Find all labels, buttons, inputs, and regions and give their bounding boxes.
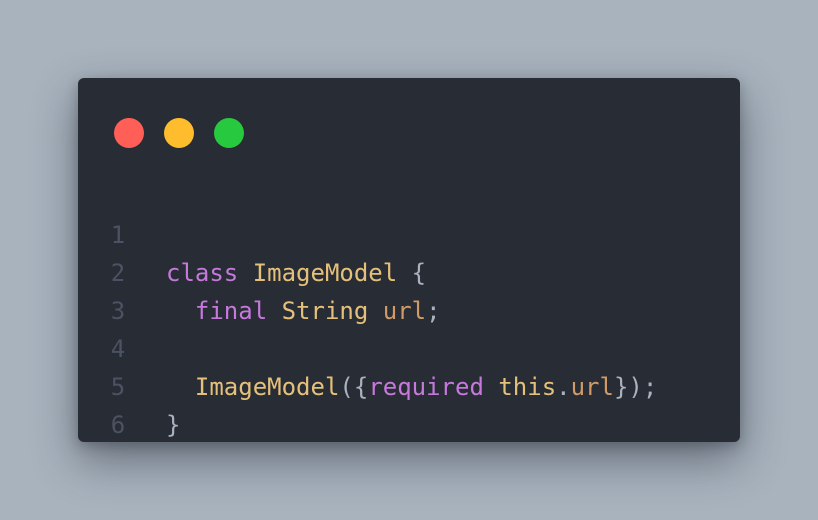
- maximize-button[interactable]: [214, 118, 244, 148]
- minimize-button[interactable]: [164, 118, 194, 148]
- code-window: 1 class ImageModel { 2 final String url;…: [78, 78, 740, 442]
- code-line: 6: [78, 368, 740, 439]
- code-line: 4 ImageModel({required this.url});: [78, 292, 740, 401]
- code-line: 3: [78, 254, 740, 325]
- close-button[interactable]: [114, 118, 144, 148]
- code-line: 2 final String url;: [78, 216, 740, 325]
- code-line: 5 }: [78, 330, 740, 439]
- line-number: 6: [110, 411, 126, 439]
- line-content: }: [166, 406, 180, 444]
- code-block: 1 class ImageModel { 2 final String url;…: [78, 178, 740, 439]
- code-token: }: [166, 411, 181, 439]
- code-line: 1 class ImageModel {: [78, 178, 740, 287]
